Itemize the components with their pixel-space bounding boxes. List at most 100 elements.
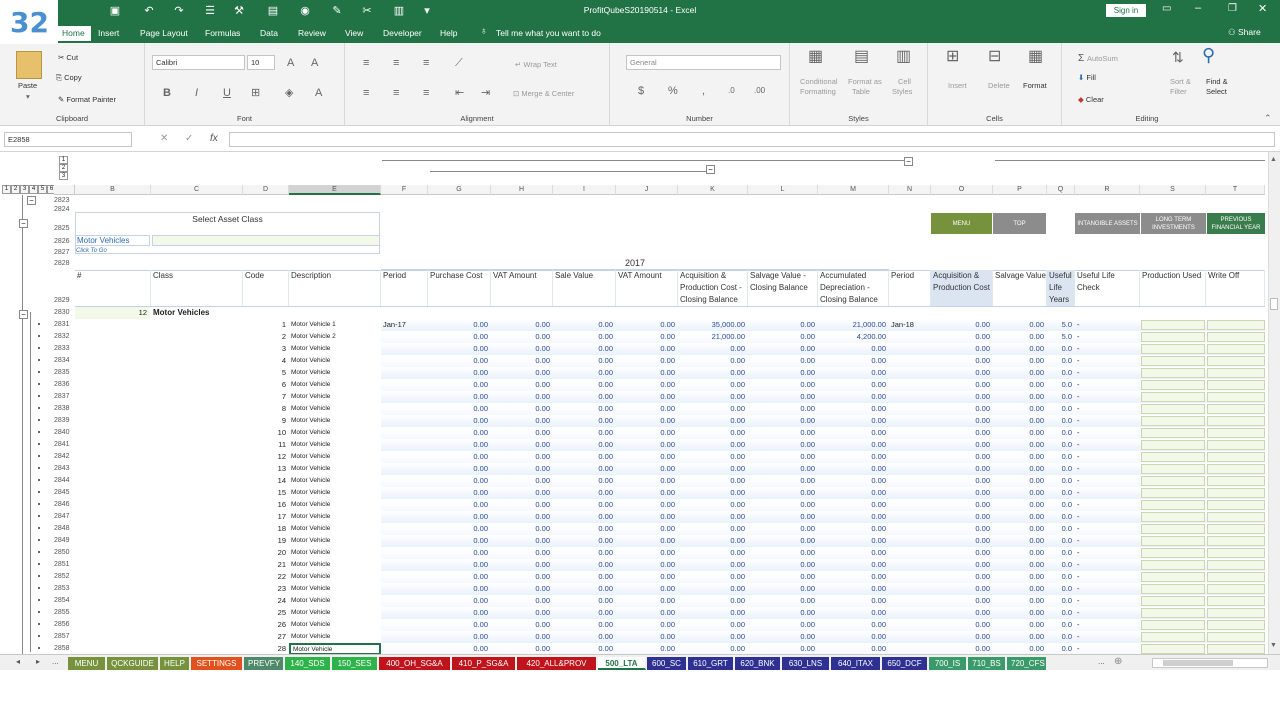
autosum-button[interactable]: Σ AutoSum	[1078, 53, 1118, 64]
column-header-R[interactable]: R	[1075, 185, 1140, 195]
number-format-select[interactable]: General	[626, 55, 781, 70]
production-used-input[interactable]	[1141, 608, 1205, 618]
description-cell[interactable]: Motor Vehicle	[289, 511, 381, 523]
underline-icon[interactable]: U	[223, 87, 231, 99]
format-cells-button[interactable]: Format	[1023, 81, 1047, 90]
qa-undo-icon[interactable]: ↶	[142, 4, 156, 18]
formula-input[interactable]	[229, 132, 1275, 147]
write-off-input[interactable]	[1207, 596, 1265, 606]
column-header-K[interactable]: K	[678, 185, 748, 195]
row-header-2849[interactable]: 2849	[54, 535, 74, 547]
font-color-icon[interactable]: A	[315, 87, 322, 99]
description-cell[interactable]: Motor Vehicle	[289, 439, 381, 451]
row-header-2828[interactable]: 2828	[54, 258, 74, 270]
description-cell[interactable]: Motor Vehicle	[289, 463, 381, 475]
row-collapse-button[interactable]: −	[19, 310, 28, 319]
qa-form-icon[interactable]: ☰	[203, 4, 217, 18]
production-used-input[interactable]	[1141, 524, 1205, 534]
row-outline-level-5[interactable]: 5	[38, 185, 47, 194]
font-size-select[interactable]: 10	[247, 55, 275, 70]
tab-home[interactable]: Home	[56, 26, 91, 41]
sheet-tab-410-p-sg-a[interactable]: 410_P_SG&A	[452, 657, 516, 670]
write-off-input[interactable]	[1207, 380, 1265, 390]
long-term-investments-button[interactable]: LONG TERM INVESTMENTS	[1141, 213, 1206, 234]
sheet-tab-420-all-prov[interactable]: 420_ALL&PROV	[517, 657, 597, 670]
conditional-formatting-button[interactable]: Conditional	[800, 77, 838, 86]
col-outline-level-1[interactable]: 1	[59, 156, 68, 164]
row-header-2850[interactable]: 2850	[54, 547, 74, 559]
description-cell[interactable]: Motor Vehicle	[289, 415, 381, 427]
write-off-input[interactable]	[1207, 632, 1265, 642]
asset-class-select[interactable]: Motor Vehicles	[75, 235, 150, 246]
description-cell[interactable]: Motor Vehicle	[289, 571, 381, 583]
row-header-2841[interactable]: 2841	[54, 439, 74, 451]
row-header-2843[interactable]: 2843	[54, 463, 74, 475]
new-sheet-icon[interactable]: ⊕	[1114, 656, 1122, 667]
sheet-tab-150-ses[interactable]: 150_SES	[332, 657, 378, 670]
production-used-input[interactable]	[1141, 596, 1205, 606]
borders-icon[interactable]: ⊞	[251, 87, 260, 99]
row-header-2847[interactable]: 2847	[54, 511, 74, 523]
row-header-2845[interactable]: 2845	[54, 487, 74, 499]
row-header-2830[interactable]: 2830	[54, 307, 74, 319]
align-middle-icon[interactable]: ≡	[393, 57, 399, 69]
decrease-font-icon[interactable]: A	[311, 57, 318, 69]
write-off-input[interactable]	[1207, 476, 1265, 486]
column-header-I[interactable]: I	[553, 185, 616, 195]
cut-button[interactable]: ✂ Cut	[58, 53, 78, 62]
production-used-input[interactable]	[1141, 620, 1205, 630]
production-used-input[interactable]	[1141, 584, 1205, 594]
column-header-Q[interactable]: Q	[1047, 185, 1075, 195]
row-outline-level-3[interactable]: 3	[20, 185, 29, 194]
description-cell[interactable]: Motor Vehicle	[289, 583, 381, 595]
tab-insert[interactable]: Insert	[98, 26, 119, 41]
write-off-input[interactable]	[1207, 584, 1265, 594]
row-header-2837[interactable]: 2837	[54, 391, 74, 403]
row-outline-level-4[interactable]: 4	[29, 185, 38, 194]
intangible-assets-button[interactable]: INTANGIBLE ASSETS	[1075, 213, 1140, 234]
column-header-H[interactable]: H	[491, 185, 553, 195]
increase-font-icon[interactable]: A	[287, 57, 294, 69]
merge-center-button[interactable]: ⊡ Merge & Center	[513, 89, 574, 98]
align-bottom-icon[interactable]: ≡	[423, 57, 429, 69]
description-cell[interactable]: Motor Vehicle	[289, 595, 381, 607]
cancel-icon[interactable]: ✕	[160, 133, 168, 144]
description-cell[interactable]: Motor Vehicle	[289, 619, 381, 631]
column-header-T[interactable]: T	[1206, 185, 1265, 195]
insert-function-icon[interactable]: fx	[210, 133, 218, 144]
sheet-tab-400-oh-sg-a[interactable]: 400_OH_SG&A	[379, 657, 451, 670]
row-header-2856[interactable]: 2856	[54, 619, 74, 631]
description-cell[interactable]: Motor Vehicle	[289, 607, 381, 619]
copy-button[interactable]: ⎘ Copy	[56, 73, 82, 83]
row-header-2833[interactable]: 2833	[54, 343, 74, 355]
production-used-input[interactable]	[1141, 320, 1205, 330]
write-off-input[interactable]	[1207, 560, 1265, 570]
qa-paste-icon[interactable]: ▥	[392, 4, 406, 18]
row-header-2831[interactable]: 2831	[54, 319, 74, 331]
sheet-tab-menu[interactable]: MENU	[68, 657, 106, 670]
delete-cells-button[interactable]: Delete	[988, 81, 1010, 90]
vertical-scroll-thumb[interactable]	[1270, 298, 1278, 310]
production-used-input[interactable]	[1141, 488, 1205, 498]
find-select-button[interactable]: Find &	[1206, 77, 1228, 86]
row-outline-level-1[interactable]: 1	[2, 185, 11, 194]
row-header-2832[interactable]: 2832	[54, 331, 74, 343]
description-cell[interactable]: Motor Vehicle	[289, 451, 381, 463]
write-off-input[interactable]	[1207, 320, 1265, 330]
prev-sheet-icon[interactable]: ◂	[16, 657, 20, 666]
production-used-input[interactable]	[1141, 572, 1205, 582]
production-used-input[interactable]	[1141, 560, 1205, 570]
row-header-2846[interactable]: 2846	[54, 499, 74, 511]
column-header-O[interactable]: O	[931, 185, 993, 195]
column-header-P[interactable]: P	[993, 185, 1047, 195]
row-header-2836[interactable]: 2836	[54, 379, 74, 391]
worksheet-grid[interactable]: 1 2 3− −1 2 3 4 5 6 B C D E F G H I J K L M N O P Q R S T − − −2823 282…	[0, 152, 1280, 654]
production-used-input[interactable]	[1141, 404, 1205, 414]
description-cell[interactable]: Motor Vehicle	[289, 631, 381, 643]
qa-dropdown-icon[interactable]: ▾	[420, 4, 434, 18]
write-off-input[interactable]	[1207, 500, 1265, 510]
production-used-input[interactable]	[1141, 392, 1205, 402]
select-all-corner[interactable]	[54, 185, 75, 195]
write-off-input[interactable]	[1207, 452, 1265, 462]
write-off-input[interactable]	[1207, 392, 1265, 402]
